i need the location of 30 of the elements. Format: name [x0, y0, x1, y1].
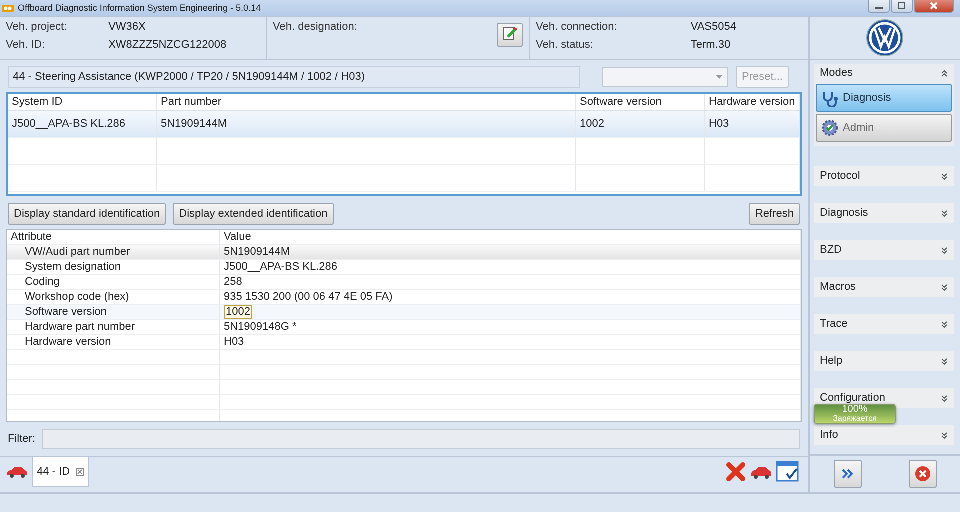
filter-label: Filter:	[8, 433, 36, 445]
table-cell: 258	[220, 274, 800, 290]
field-value: XW8ZZZ5NZCG122008	[108, 39, 228, 51]
table-cell: VW/Audi part number	[7, 244, 220, 260]
window-title: Offboard Diagnostic Information System Engineering - 5.0.14	[18, 3, 261, 13]
table-cell: Hardware part number	[7, 320, 220, 334]
section-title: Modes	[820, 67, 854, 79]
table-cell: 5N1909144M	[156, 110, 576, 138]
field-label: Veh. designation:	[273, 21, 358, 33]
field-value: Term.30	[690, 39, 732, 51]
table-cell: System designation	[7, 260, 220, 274]
table-cell: 5N1909148G *	[220, 320, 800, 334]
field-label: Veh. ID:	[6, 39, 46, 51]
table-cell: J500__APA-BS KL.286	[8, 110, 156, 138]
battery-percent: 100%	[842, 405, 868, 415]
field-label: Veh. project:	[6, 21, 68, 33]
table-cell: Coding	[7, 274, 220, 290]
table-cell: H03	[220, 334, 800, 350]
field-value: VW36X	[108, 21, 147, 33]
battery-status: Заряжается	[833, 415, 877, 423]
table-cell: H03	[704, 110, 800, 138]
field-label: Veh. status:	[536, 39, 594, 51]
table-cell: Hardware version	[7, 334, 220, 350]
field-value: VAS5054	[690, 21, 738, 33]
table-cell: J500__APA-BS KL.286	[220, 260, 800, 274]
table-cell: Software version	[7, 304, 220, 320]
table-cell: 5N1909144M	[220, 244, 800, 260]
field-label: Veh. connection:	[536, 21, 618, 33]
table-cell: 1002	[576, 110, 704, 138]
control-unit-title: 44 - Steering Assistance (KWP2000 / TP20 / 5N1909144M / 1002 / H03)	[8, 66, 580, 88]
